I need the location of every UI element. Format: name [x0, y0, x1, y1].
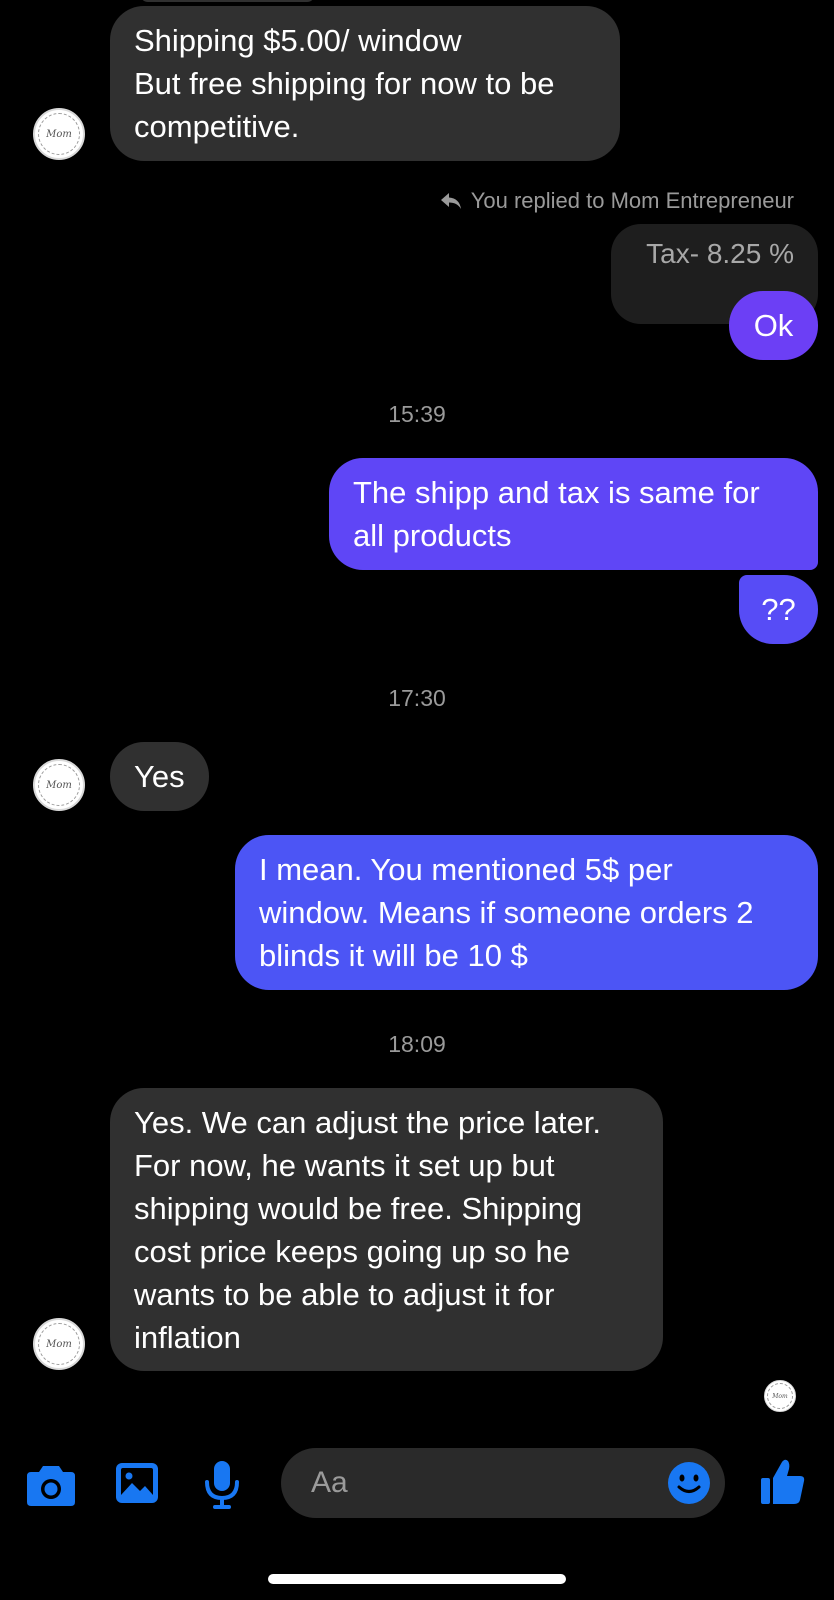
reply-arrow-icon: [440, 193, 461, 209]
timestamp: 18:09: [388, 1031, 446, 1057]
message-line: The shipp and tax is same for: [353, 475, 760, 510]
avatar-logo: Mom: [38, 1323, 80, 1365]
avatar[interactable]: Mom: [33, 108, 85, 160]
avatar-logo: Mom: [38, 764, 80, 806]
avatar-logo: Mom: [38, 113, 80, 155]
message-line: I mean. You mentioned 5$ per: [259, 852, 673, 887]
message-line: shipping would be free. Shipping: [134, 1191, 583, 1226]
message-line: cost price keeps going up so he: [134, 1234, 570, 1269]
message-line: all products: [353, 518, 512, 553]
quoted-message-text: Tax- 8.25 %: [646, 238, 794, 269]
timestamp: 17:30: [388, 685, 446, 711]
timestamp: 15:39: [388, 401, 446, 427]
outgoing-message-question[interactable]: ??: [739, 575, 818, 644]
message-line: window. Means if someone orders 2: [259, 895, 754, 930]
outgoing-message-shipp-tax[interactable]: The shipp and tax is same for all produc…: [329, 458, 818, 570]
message-line: blinds it will be 10 $: [259, 938, 528, 973]
message-line: Yes. We can adjust the price later.: [134, 1105, 601, 1140]
image-icon[interactable]: [115, 1462, 159, 1504]
avatar[interactable]: Mom: [33, 1318, 85, 1370]
avatar[interactable]: Mom: [33, 759, 85, 811]
camera-icon[interactable]: [26, 1462, 76, 1508]
emoji-icon[interactable]: [667, 1461, 711, 1505]
previous-message-edge: [140, 0, 315, 2]
message-line: Shipping $5.00/ window: [134, 23, 462, 58]
outgoing-message-i-mean[interactable]: I mean. You mentioned 5$ per window. Mea…: [235, 835, 818, 990]
incoming-message-adjust-price[interactable]: Yes. We can adjust the price later. For …: [110, 1088, 663, 1371]
incoming-message-shipping[interactable]: Shipping $5.00/ window But free shipping…: [110, 6, 620, 161]
message-text: Yes: [134, 759, 185, 794]
message-text: Ok: [753, 308, 794, 343]
home-indicator: [268, 1574, 566, 1584]
message-input-placeholder: Aa: [311, 1466, 348, 1499]
message-line: inflation: [134, 1320, 241, 1355]
message-line: competitive.: [134, 109, 300, 144]
reply-header: You replied to Mom Entrepreneur: [439, 186, 794, 216]
message-input[interactable]: Aa: [281, 1448, 725, 1518]
message-line: wants to be able to adjust it for: [134, 1277, 555, 1312]
outgoing-message-ok[interactable]: Ok: [729, 291, 818, 360]
seen-receipt-avatar: Mom: [764, 1380, 796, 1412]
message-line: But free shipping for now to be: [134, 66, 555, 101]
reply-header-text: You replied to Mom Entrepreneur: [470, 188, 794, 213]
avatar-logo: Mom: [767, 1383, 793, 1409]
thumbs-up-icon[interactable]: [760, 1458, 806, 1506]
message-line: For now, he wants it set up but: [134, 1148, 555, 1183]
incoming-message-yes[interactable]: Yes: [110, 742, 209, 811]
microphone-icon[interactable]: [204, 1460, 240, 1510]
message-text: ??: [761, 592, 796, 627]
